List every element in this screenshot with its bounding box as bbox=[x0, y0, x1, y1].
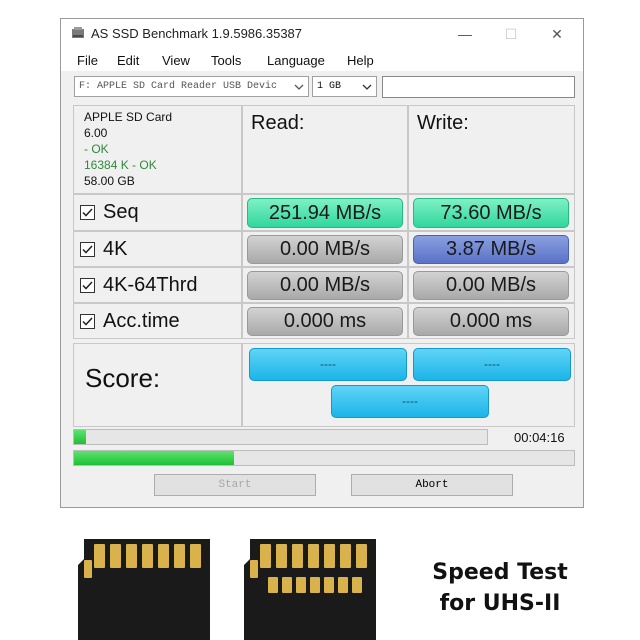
device-capacity: 58.00 GB bbox=[84, 174, 135, 188]
checkbox-icon[interactable] bbox=[80, 277, 95, 293]
read-header: Read: bbox=[242, 105, 408, 194]
title-bar: AS SSD Benchmark 1.9.5986.35387 — ☐ ✕ bbox=[61, 19, 583, 49]
progress-fill-current bbox=[74, 430, 87, 444]
acc-read-value: 0.000 ms bbox=[247, 307, 403, 336]
window-title: AS SSD Benchmark 1.9.5986.35387 bbox=[91, 26, 303, 41]
checkbox-icon[interactable] bbox=[80, 241, 95, 257]
promo-text: Speed Test for UHS-II bbox=[420, 557, 580, 619]
row-label: Seq bbox=[103, 201, 139, 223]
score-total: ---- bbox=[331, 385, 489, 418]
seq-write-value: 73.60 MB/s bbox=[413, 198, 569, 228]
close-button[interactable]: ✕ bbox=[547, 24, 567, 44]
row-4k64thrd[interactable]: 4K-64Thrd bbox=[73, 267, 242, 303]
menu-edit[interactable]: Edit bbox=[117, 53, 139, 68]
drive-icon bbox=[72, 27, 84, 38]
device-version: 6.00 bbox=[84, 126, 108, 140]
seq-read-value: 251.94 MB/s bbox=[247, 198, 403, 228]
4k-write-value: 3.87 MB/s bbox=[413, 235, 569, 264]
device-status-ok: - OK bbox=[84, 142, 109, 156]
menu-file[interactable]: File bbox=[77, 53, 98, 68]
4k64-write-value: 0.00 MB/s bbox=[413, 271, 569, 300]
checkbox-icon[interactable] bbox=[80, 205, 95, 220]
row-4k[interactable]: 4K bbox=[73, 231, 242, 267]
progress-bar-current bbox=[73, 429, 488, 445]
checkbox-icon[interactable] bbox=[80, 313, 95, 329]
menu-tools[interactable]: Tools bbox=[211, 53, 241, 68]
elapsed-time: 00:04:16 bbox=[514, 430, 565, 445]
4k-read-value: 0.00 MB/s bbox=[247, 235, 403, 264]
acc-write-value: 0.000 ms bbox=[413, 307, 569, 336]
drive-select-value: F: APPLE SD Card Reader USB Devic bbox=[79, 81, 278, 92]
row-seq[interactable]: Seq bbox=[73, 194, 242, 231]
menu-bar: File Edit View Tools Language Help bbox=[61, 49, 583, 71]
progress-bar-total bbox=[73, 450, 575, 466]
size-select[interactable]: 1 GB bbox=[312, 76, 377, 97]
4k64-read-value: 0.00 MB/s bbox=[247, 271, 403, 300]
sd-card-uhs1-image bbox=[78, 539, 210, 640]
row-acc-time[interactable]: Acc.time bbox=[73, 303, 242, 339]
row-label: 4K bbox=[103, 237, 128, 260]
score-label: Score: bbox=[85, 363, 161, 393]
promo-line-2: for UHS-II bbox=[439, 591, 561, 616]
minimize-button[interactable]: — bbox=[455, 24, 475, 44]
row-label: 4K-64Thrd bbox=[103, 273, 198, 296]
results-grid: APPLE SD Card 6.00 - OK 16384 K - OK 58.… bbox=[73, 105, 575, 427]
chevron-down-icon bbox=[362, 84, 372, 90]
device-alignment-ok: 16384 K - OK bbox=[84, 158, 157, 172]
filter-input[interactable] bbox=[382, 76, 575, 98]
size-select-value: 1 GB bbox=[317, 81, 342, 92]
maximize-button[interactable]: ☐ bbox=[501, 24, 521, 44]
promo-line-1: Speed Test bbox=[432, 560, 568, 585]
score-read: ---- bbox=[249, 348, 407, 381]
score-write: ---- bbox=[413, 348, 571, 381]
menu-view[interactable]: View bbox=[162, 53, 190, 68]
menu-help[interactable]: Help bbox=[347, 53, 374, 68]
app-window: AS SSD Benchmark 1.9.5986.35387 — ☐ ✕ Fi… bbox=[60, 18, 584, 508]
sd-card-uhs2-image bbox=[244, 539, 376, 640]
progress-fill-total bbox=[74, 451, 234, 465]
device-name: APPLE SD Card bbox=[84, 110, 173, 124]
toolbar: F: APPLE SD Card Reader USB Devic 1 GB bbox=[61, 71, 583, 101]
write-header: Write: bbox=[408, 105, 575, 194]
start-button[interactable]: Start bbox=[154, 474, 316, 496]
chevron-down-icon bbox=[294, 84, 304, 90]
abort-button[interactable]: Abort bbox=[351, 474, 513, 496]
drive-select[interactable]: F: APPLE SD Card Reader USB Devic bbox=[74, 76, 309, 97]
menu-language[interactable]: Language bbox=[267, 53, 325, 68]
device-info: APPLE SD Card 6.00 - OK 16384 K - OK 58.… bbox=[73, 105, 242, 194]
row-label: Acc.time bbox=[103, 309, 180, 332]
